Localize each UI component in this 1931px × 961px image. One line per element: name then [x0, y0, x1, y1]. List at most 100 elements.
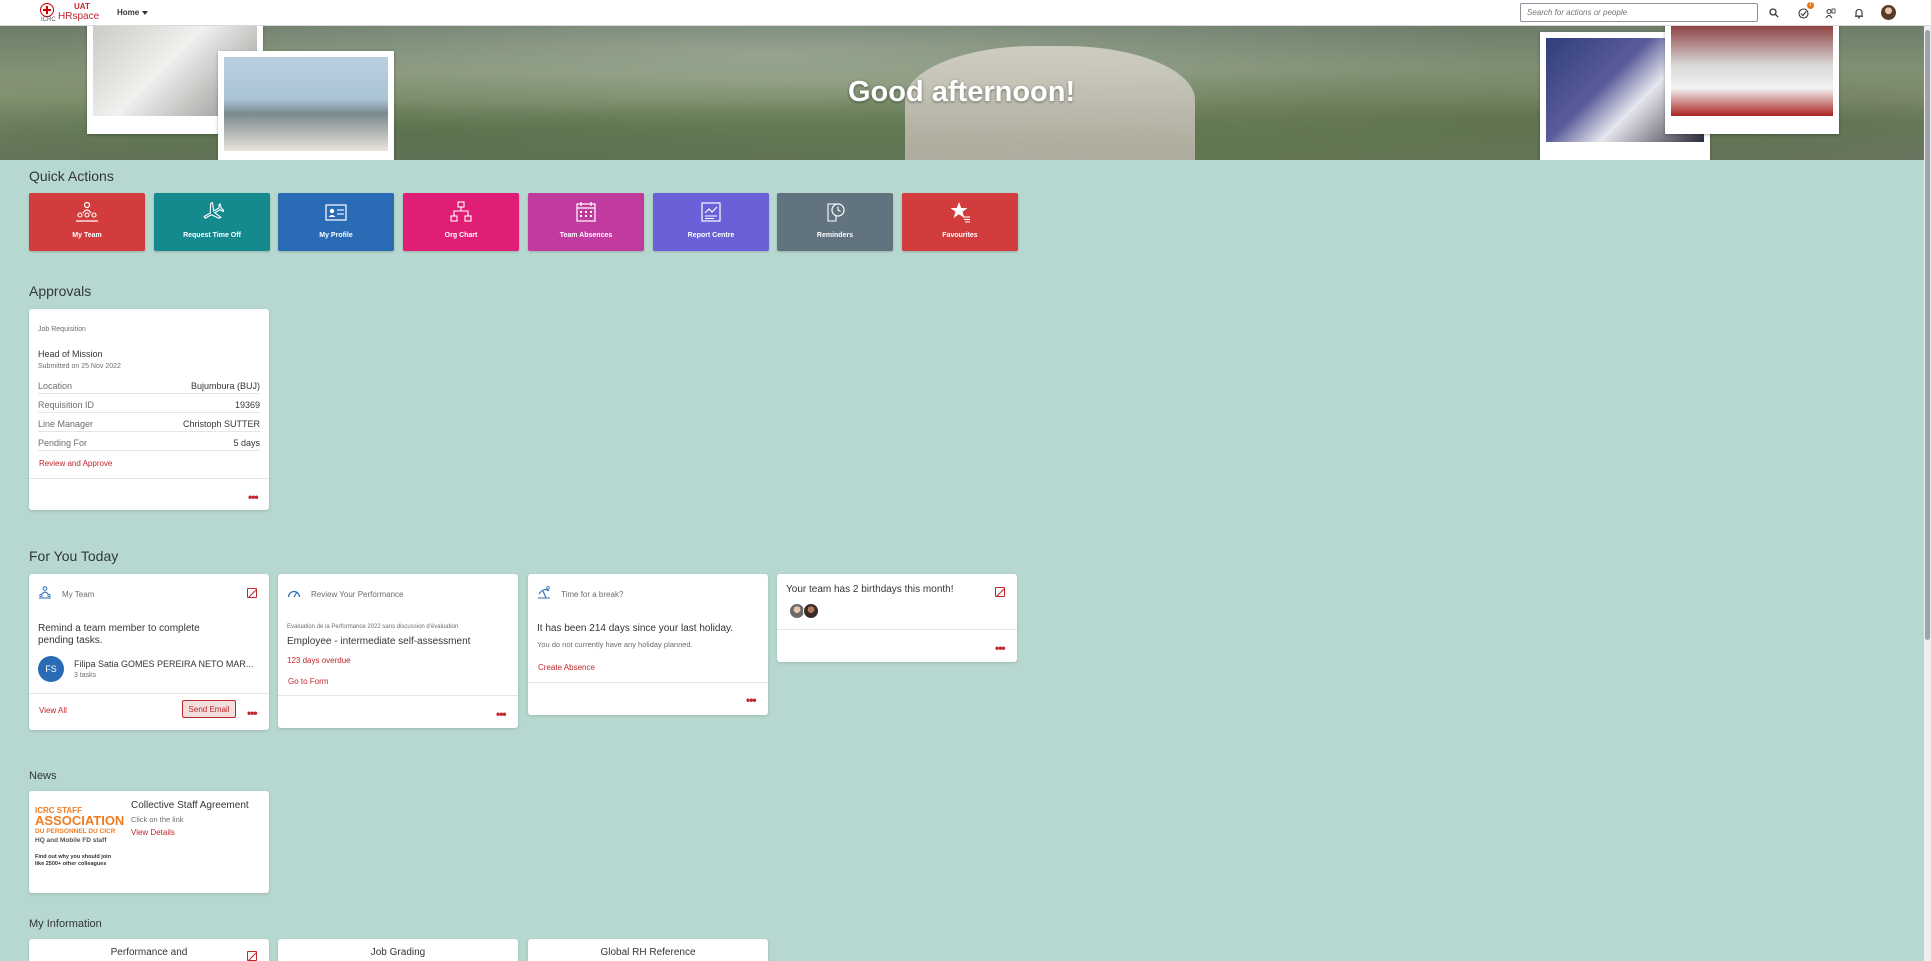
airplane-icon [203, 201, 224, 219]
banner-line: like 2500+ other colleagues [35, 861, 107, 867]
quick-action-label: Reminders [816, 232, 854, 239]
field-value: Bujumbura (BUJ) [190, 381, 260, 391]
banner-line: Find out why you should join [35, 854, 112, 860]
submitted-date: Submitted on 25 Nov 2022 [38, 363, 121, 370]
birthdays-card[interactable]: Your team has 2 birthdays this month! ••… [777, 574, 1017, 662]
page-scrollbar[interactable] [1924, 26, 1931, 961]
shell-bar: ICRC UAT HRspace Home 1 [0, 0, 1931, 26]
icrc-emblem-icon [40, 3, 54, 17]
search-input[interactable] [1520, 3, 1758, 22]
people-icon [1825, 8, 1835, 18]
quick-action-favourites[interactable]: Favourites [902, 193, 1018, 251]
reminder-clock-icon [827, 203, 845, 222]
notifications-button[interactable] [1851, 5, 1867, 21]
my-info-card[interactable]: Performance and [29, 939, 269, 961]
quick-actions-title: Quick Actions [29, 168, 114, 184]
quick-action-label: My Profile [319, 232, 353, 239]
hero-photo-boat [218, 51, 394, 160]
quick-action-org-chart[interactable]: Org Chart [403, 193, 519, 251]
quick-action-label: Team Absences [559, 232, 613, 239]
card-header-label: Review Your Performance [311, 590, 404, 599]
team-reminder-message: Remind a team member to complete pending… [38, 623, 200, 646]
quick-action-label: Report Centre [687, 232, 735, 239]
staff-association-banner-image: ICRC STAFF ASSOCIATION DU PERSONNEL DU C… [35, 806, 124, 886]
team-icon [39, 586, 51, 599]
card-divider [528, 682, 768, 683]
more-options-button[interactable]: ••• [247, 707, 258, 719]
user-avatar[interactable] [1881, 5, 1896, 20]
more-options-button[interactable]: ••• [496, 708, 507, 720]
card-type-label: Job Requisition [38, 326, 86, 333]
search-icon [1769, 8, 1779, 18]
checklist-icon [1797, 7, 1809, 19]
profile-card-icon [325, 204, 347, 221]
expand-icon[interactable] [995, 587, 1005, 597]
field-label: Requisition ID [38, 400, 95, 410]
more-options-button[interactable]: ••• [995, 642, 1006, 654]
scrollbar-thumb[interactable] [1925, 30, 1930, 640]
send-email-button[interactable]: Send Email [182, 700, 236, 718]
birthdays-message: Your team has 2 birthdays this month! [786, 584, 954, 595]
field-row-line-manager: Line Manager Christoph SUTTER [38, 419, 260, 432]
card-divider [29, 693, 269, 694]
my-information-title: My Information [29, 918, 102, 930]
field-label: Location [38, 381, 73, 391]
quick-action-my-team[interactable]: My Team [29, 193, 145, 251]
field-value: Christoph SUTTER [182, 419, 260, 429]
bell-icon [1855, 8, 1863, 19]
my-info-card-title: Job Grading [370, 947, 426, 958]
team-icon [76, 201, 98, 222]
view-all-link[interactable]: View All [39, 706, 67, 715]
org-chart-icon [450, 201, 472, 222]
hero-banner: Good afternoon! [0, 26, 1924, 160]
environment-label: UAT [74, 2, 90, 11]
person-avatar[interactable]: FS [38, 656, 64, 682]
more-options-button[interactable]: ••• [248, 491, 259, 503]
quick-action-request-time-off[interactable]: Request Time Off [154, 193, 270, 251]
news-title: News [29, 770, 57, 782]
expand-icon[interactable] [247, 951, 257, 961]
quick-action-label: Favourites [942, 232, 978, 239]
my-info-card[interactable]: Job Grading [278, 939, 518, 961]
card-divider [278, 695, 518, 696]
person-name[interactable]: Filipa Satia GOMES PEREIRA NETO MAR... [74, 659, 259, 669]
news-headline[interactable]: Collective Staff Agreement [131, 800, 249, 811]
star-list-icon [950, 202, 970, 223]
my-info-card[interactable]: Global RH Reference [528, 939, 768, 961]
my-team-card[interactable]: My Team Remind a team member to complete… [29, 574, 269, 730]
search-button[interactable] [1766, 5, 1782, 21]
job-requisition-card[interactable]: Job Requisition Head of Mission Submitte… [29, 309, 269, 510]
quick-action-reminders[interactable]: Reminders [777, 193, 893, 251]
go-to-form-link[interactable]: Go to Form [288, 677, 328, 686]
card-divider [29, 478, 269, 479]
hero-photo-ambulances [1665, 26, 1839, 134]
team-member-avatar[interactable] [803, 603, 819, 619]
company-logo[interactable]: ICRC UAT HRspace [40, 2, 99, 23]
news-card[interactable]: ICRC STAFF ASSOCIATION DU PERSONNEL DU C… [29, 791, 269, 893]
quick-action-report-centre[interactable]: Report Centre [653, 193, 769, 251]
review-performance-card[interactable]: Review Your Performance Evaluation de la… [278, 574, 518, 728]
create-absence-link[interactable]: Create Absence [538, 663, 595, 672]
holiday-days-message: It has been 214 days since your last hol… [537, 623, 734, 634]
home-menu-button[interactable]: Home [117, 8, 149, 17]
beach-icon [538, 586, 550, 599]
quick-action-label: My Team [72, 232, 102, 239]
banner-line: DU PERSONNEL DU CICR [35, 828, 116, 835]
home-menu-label: Home [117, 8, 140, 17]
quick-action-label: Org Chart [444, 232, 478, 239]
time-for-break-card[interactable]: Time for a break? It has been 214 days s… [528, 574, 768, 715]
news-subtitle: Click on the link [131, 815, 184, 824]
people-button[interactable] [1822, 5, 1838, 21]
banner-line: HQ and Mobile FD staff [35, 837, 107, 844]
card-divider [777, 629, 1017, 630]
more-options-button[interactable]: ••• [746, 694, 757, 706]
quick-action-my-profile[interactable]: My Profile [278, 193, 394, 251]
review-approve-link[interactable]: Review and Approve [39, 459, 112, 468]
expand-icon[interactable] [247, 588, 257, 598]
calendar-icon [576, 202, 596, 222]
field-value: 5 days [233, 438, 260, 448]
card-header-label: My Team [62, 590, 95, 599]
view-details-link[interactable]: View Details [131, 828, 175, 837]
quick-action-team-absences[interactable]: Team Absences [528, 193, 644, 251]
todo-button[interactable]: 1 [1795, 2, 1814, 21]
